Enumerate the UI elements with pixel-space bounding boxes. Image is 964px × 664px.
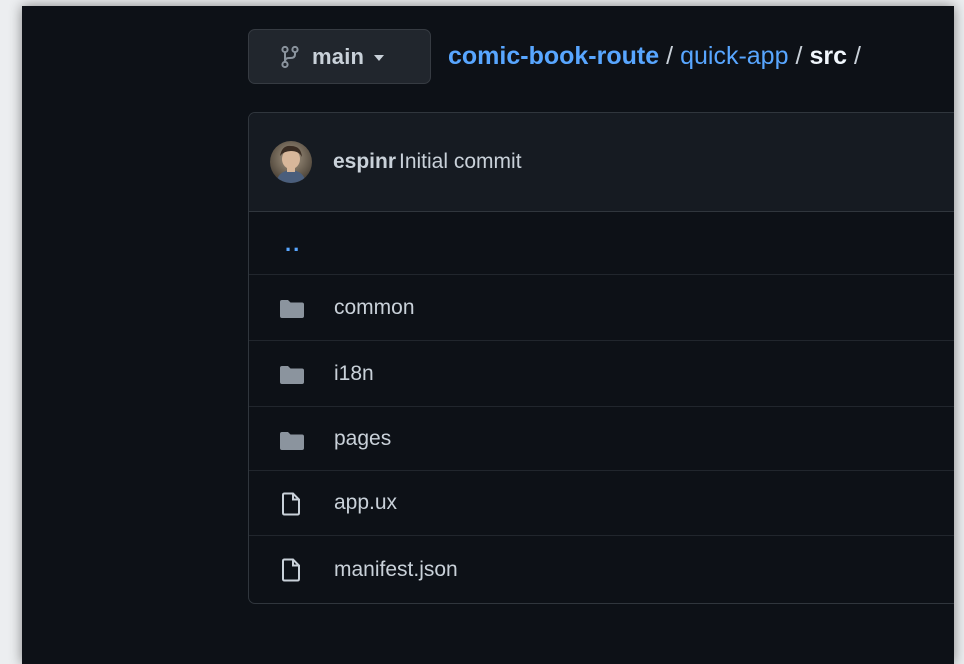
commit-message-link[interactable]: Initial commit (399, 150, 522, 174)
folder-icon (279, 365, 305, 390)
file-name-link[interactable]: app.ux (334, 491, 397, 515)
breadcrumb-current: src (809, 42, 847, 70)
file-row[interactable]: common (249, 275, 954, 341)
breadcrumb-folder-link[interactable]: quick-app (680, 42, 788, 71)
repo-browser: main comic-book-route / quick-app / src … (22, 6, 954, 664)
parent-directory-link[interactable]: .. (285, 231, 301, 257)
parent-directory-row[interactable]: .. (249, 211, 954, 275)
branch-selector-button[interactable]: main (248, 29, 431, 84)
commit-author-link[interactable]: espinr (333, 150, 396, 174)
file-list-box: espinr Initial commit .. common i18n pag… (248, 112, 954, 604)
file-icon (281, 558, 301, 587)
avatar[interactable] (270, 141, 312, 183)
folder-icon (279, 299, 305, 324)
file-name-link[interactable]: pages (334, 427, 391, 451)
file-row[interactable]: pages (249, 407, 954, 471)
breadcrumb-separator: / (795, 42, 803, 70)
breadcrumb-repo-link[interactable]: comic-book-route (448, 42, 659, 71)
file-name-link[interactable]: i18n (334, 362, 374, 386)
breadcrumb-trailing-separator: / (853, 42, 861, 70)
file-row[interactable]: i18n (249, 341, 954, 407)
screenshot-frame: main comic-book-route / quick-app / src … (0, 0, 964, 664)
git-branch-icon (280, 45, 300, 69)
file-name-link[interactable]: manifest.json (334, 558, 458, 582)
folder-icon (279, 431, 305, 456)
triangle-down-icon (374, 54, 385, 61)
branch-name: main (312, 43, 365, 69)
file-name-link[interactable]: common (334, 296, 415, 320)
breadcrumb-separator: / (666, 42, 674, 70)
breadcrumb: comic-book-route / quick-app / src / (448, 42, 861, 71)
file-row[interactable]: manifest.json (249, 536, 954, 603)
latest-commit-row: espinr Initial commit (249, 113, 954, 212)
file-icon (281, 492, 301, 521)
file-row[interactable]: app.ux (249, 471, 954, 536)
